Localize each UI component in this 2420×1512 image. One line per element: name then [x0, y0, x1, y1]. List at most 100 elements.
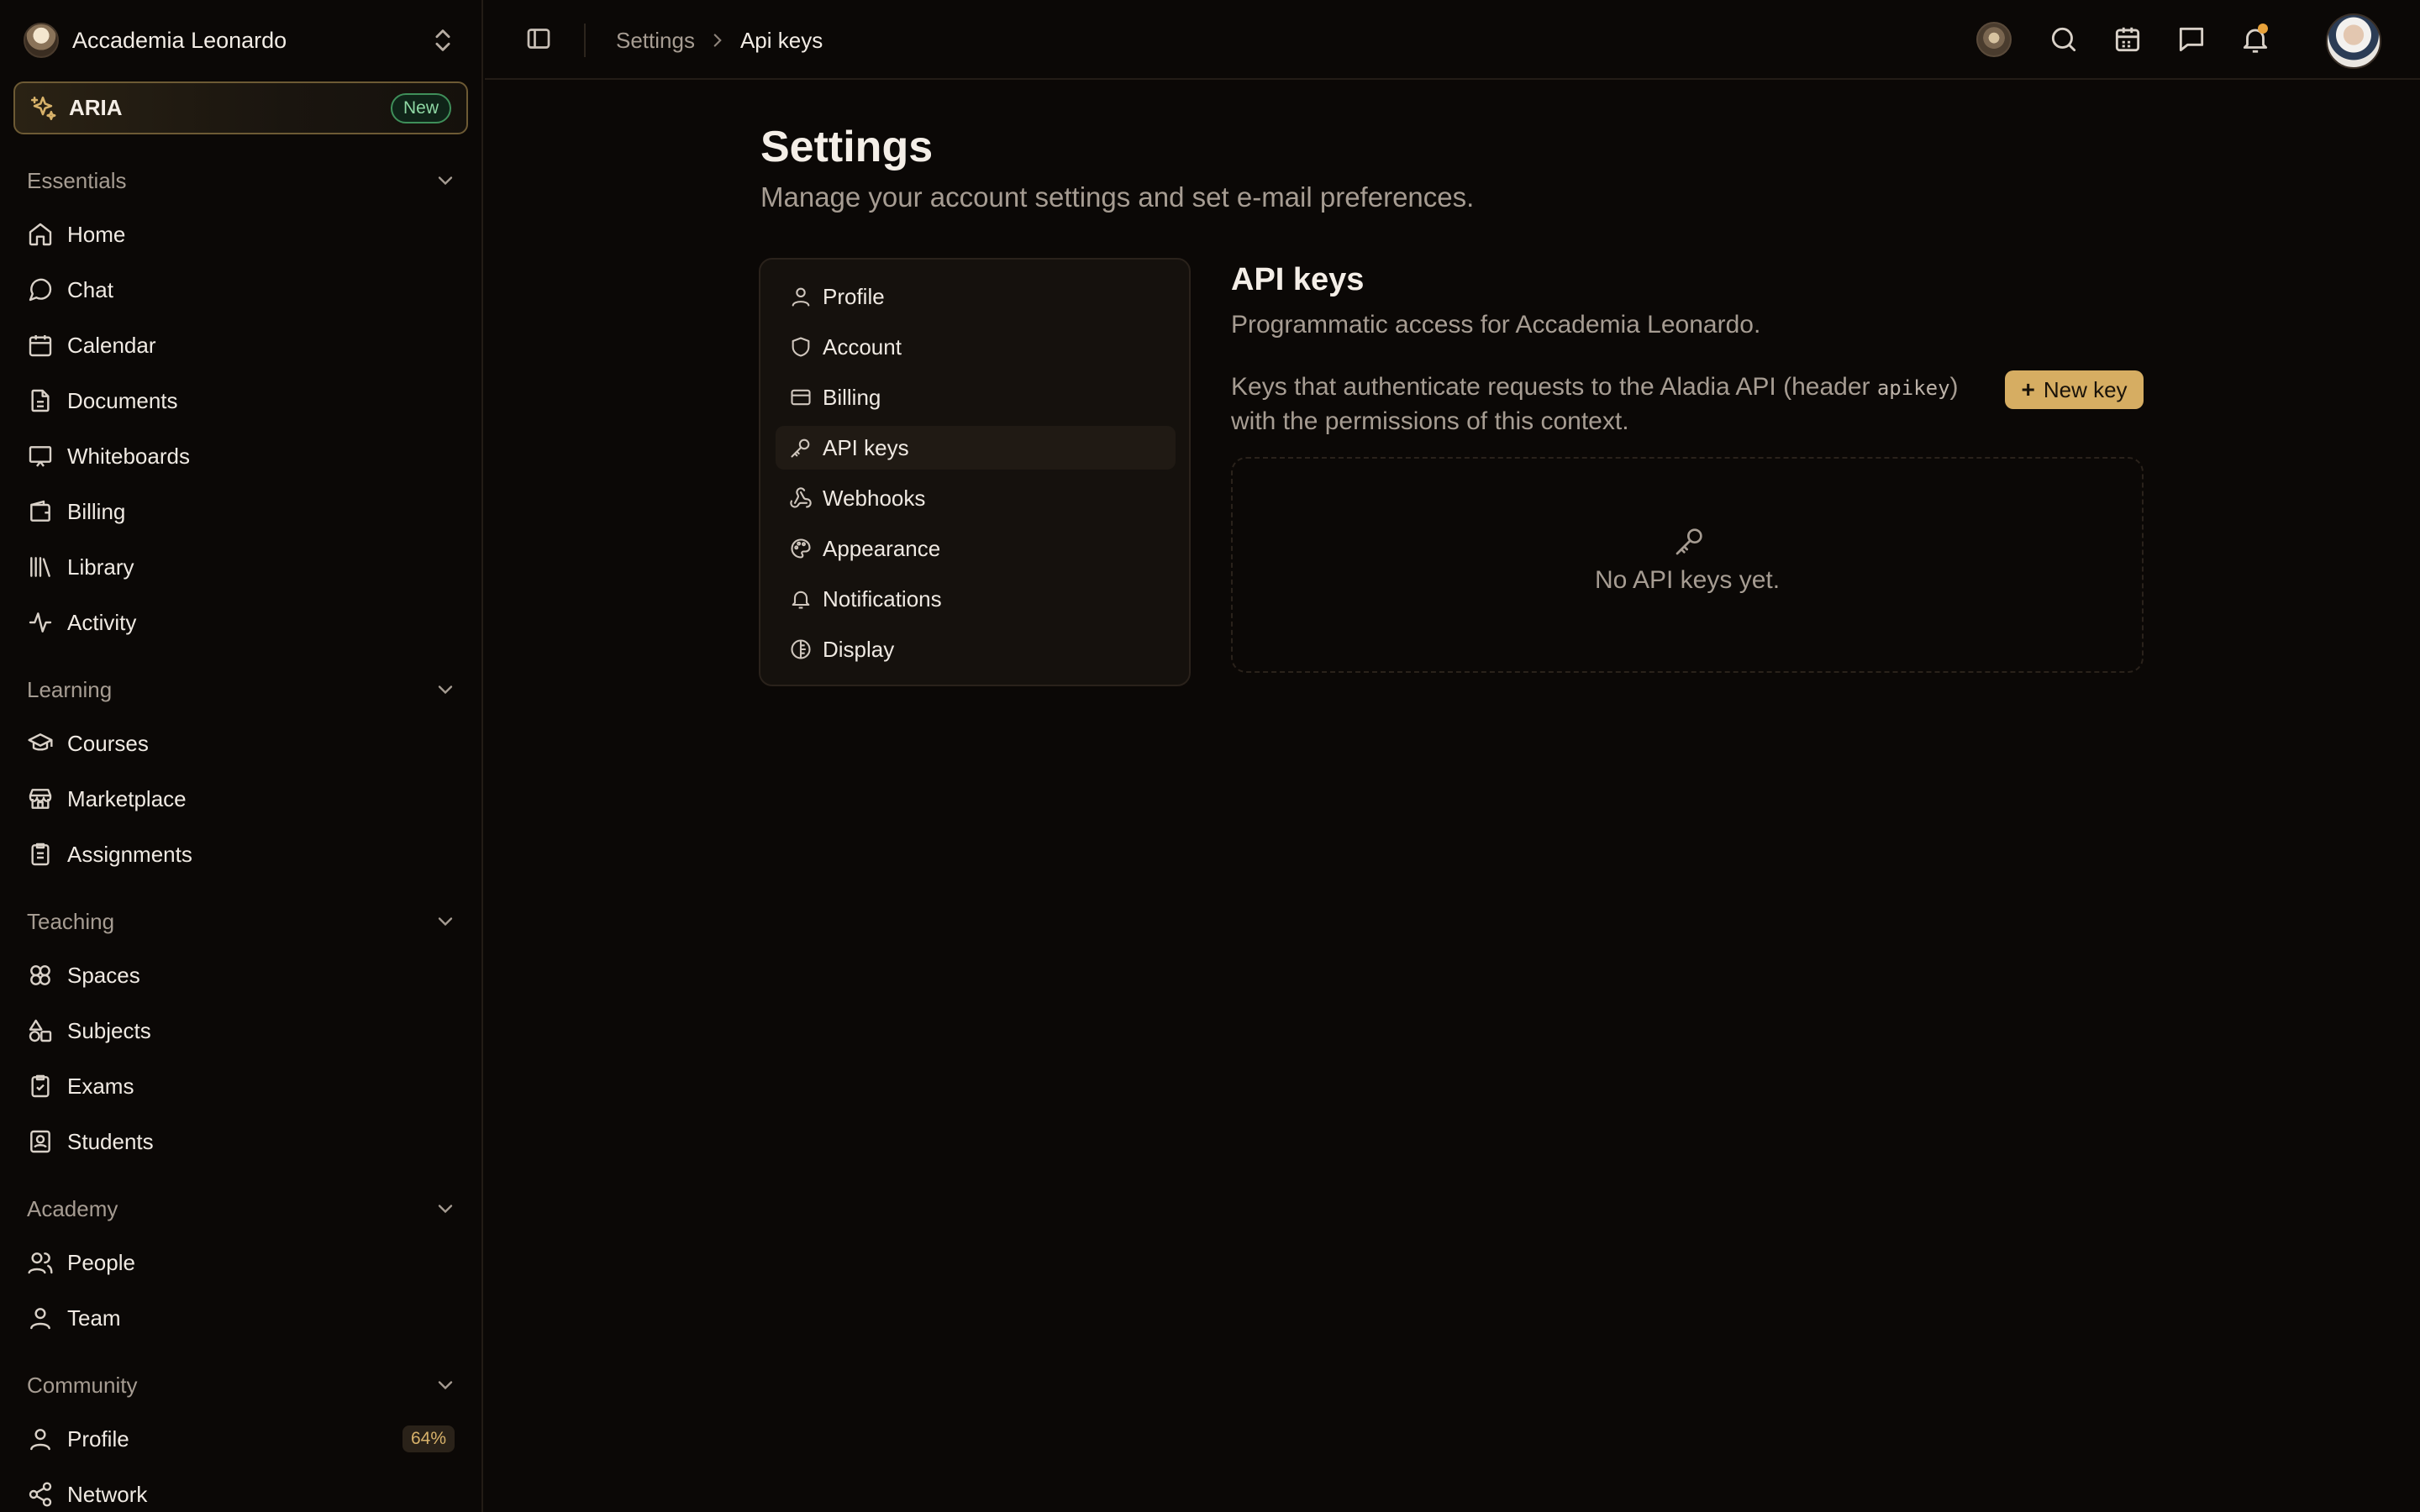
org-avatar-small[interactable] [1976, 22, 2012, 57]
shield-icon [789, 335, 813, 359]
settings-tab-label: Account [823, 333, 902, 360]
sidebar-item-students[interactable]: Students [13, 1118, 468, 1165]
new-badge: New [390, 92, 451, 123]
sidebar-item-marketplace[interactable]: Marketplace [13, 775, 468, 822]
sidebar-item-documents[interactable]: Documents [13, 377, 468, 424]
settings-tab-appearance[interactable]: Appearance [776, 527, 1176, 570]
settings-tab-api-keys[interactable]: API keys [776, 426, 1176, 470]
sidebar-item-chat[interactable]: Chat [13, 266, 468, 313]
sparkles-icon [29, 94, 57, 123]
sidebar-item-profile[interactable]: Profile 64% [13, 1415, 468, 1462]
section-title: Essentials [27, 167, 127, 193]
sidebar-item-label: Subjects [67, 1017, 151, 1043]
settings-tab-display[interactable]: Display [776, 627, 1176, 671]
store-icon [27, 785, 54, 812]
sidebar-item-people[interactable]: People [13, 1239, 468, 1286]
search-icon[interactable] [2048, 24, 2080, 55]
sidebar-item-label: Assignments [67, 841, 192, 867]
aria-button[interactable]: ARIA New [13, 81, 468, 134]
settings-tab-account[interactable]: Account [776, 325, 1176, 369]
info-text: Keys that authenticate requests to the A… [1231, 373, 1877, 401]
sidebar-item-assignments[interactable]: Assignments [13, 831, 468, 878]
sidebar-item-label: Team [67, 1305, 121, 1331]
api-keys-description: Programmatic access for Accademia Leonar… [1231, 311, 1761, 339]
settings-tab-label: API keys [823, 434, 909, 460]
sidebar-item-billing[interactable]: Billing [13, 488, 468, 535]
users-icon [27, 1249, 54, 1276]
user-avatar[interactable] [2326, 13, 2381, 69]
sidebar-item-exams[interactable]: Exams [13, 1063, 468, 1110]
sidebar-item-label: Home [67, 221, 126, 247]
calendar-icon[interactable] [2112, 24, 2144, 55]
key-icon [1673, 524, 1707, 558]
sidebar-item-whiteboards[interactable]: Whiteboards [13, 433, 468, 480]
sidebar-item-label: Billing [67, 498, 126, 524]
settings-tab-notifications[interactable]: Notifications [776, 577, 1176, 621]
settings-tab-profile[interactable]: Profile [776, 275, 1176, 318]
sidebar-item-library[interactable]: Library [13, 543, 468, 591]
sidebar-item-team[interactable]: Team [13, 1294, 468, 1341]
section-header-academy[interactable]: Academy [27, 1190, 457, 1227]
section-header-learning[interactable]: Learning [27, 671, 457, 708]
sidebar-item-home[interactable]: Home [13, 211, 468, 258]
api-keys-empty-state: No API keys yet. [1231, 457, 2144, 673]
aria-label: ARIA [69, 95, 123, 120]
section-header-essentials[interactable]: Essentials [27, 162, 457, 199]
palette-icon [789, 537, 813, 560]
sidebar-item-label: Courses [67, 730, 149, 756]
spaces-icon [27, 962, 54, 989]
sidebar-toggle-icon[interactable] [523, 24, 554, 54]
settings-tab-label: Appearance [823, 535, 941, 561]
settings-tab-label: Profile [823, 283, 885, 309]
empty-state-text: No API keys yet. [1594, 566, 1781, 594]
sidebar-item-label: Spaces [67, 962, 140, 988]
webhook-icon [789, 486, 813, 510]
section-header-teaching[interactable]: Teaching [27, 903, 457, 940]
org-name: Accademia Leonardo [72, 27, 287, 53]
org-switcher[interactable]: Accademia Leonardo [18, 17, 464, 64]
calendar-icon [27, 332, 54, 359]
settings-tab-webhooks[interactable]: Webhooks [776, 476, 1176, 520]
clipboard-icon [27, 841, 54, 868]
share-icon [27, 1481, 54, 1508]
chevron-down-icon [434, 678, 457, 701]
sidebar-item-label: Marketplace [67, 785, 187, 811]
page-title: Settings [760, 123, 934, 171]
contact-icon [27, 1128, 54, 1155]
user-icon [789, 285, 813, 308]
sidebar-item-label: People [67, 1249, 135, 1275]
app-root: Accademia Leonardo ARIA New Essentials H… [0, 0, 2420, 1512]
section-title: Teaching [27, 908, 115, 934]
activity-icon [27, 609, 54, 636]
home-icon [27, 221, 54, 248]
new-key-button[interactable]: + New key [2005, 370, 2144, 409]
section-header-community[interactable]: Community [27, 1367, 457, 1404]
sidebar-item-label: Activity [67, 609, 137, 635]
sidebar-item-courses[interactable]: Courses [13, 720, 468, 767]
sidebar-item-label: Calendar [67, 332, 156, 358]
key-icon [789, 436, 813, 459]
library-icon [27, 554, 54, 580]
messages-icon[interactable] [2175, 24, 2207, 55]
sidebar-item-calendar[interactable]: Calendar [13, 322, 468, 369]
org-avatar [24, 23, 59, 58]
chat-icon [27, 276, 54, 303]
settings-nav: Profile Account Billing API keys Webhook… [759, 258, 1191, 686]
display-icon [789, 638, 813, 661]
chevron-down-icon [434, 1197, 457, 1221]
wallet-icon [27, 498, 54, 525]
breadcrumb-settings[interactable]: Settings [616, 28, 695, 54]
sidebar-item-subjects[interactable]: Subjects [13, 1007, 468, 1054]
notification-dot [2258, 24, 2268, 34]
sidebar-item-network[interactable]: Network [13, 1471, 468, 1512]
sidebar-item-label: Profile [67, 1425, 129, 1452]
user-icon [27, 1305, 54, 1331]
sidebar-item-label: Chat [67, 276, 113, 302]
sidebar-item-activity[interactable]: Activity [13, 599, 468, 646]
user-icon [27, 1425, 54, 1452]
page-subtitle: Manage your account settings and set e-m… [760, 181, 1475, 213]
sidebar-item-spaces[interactable]: Spaces [13, 952, 468, 999]
plus-icon: + [2021, 376, 2035, 402]
settings-tab-label: Notifications [823, 585, 942, 612]
settings-tab-billing[interactable]: Billing [776, 375, 1176, 419]
